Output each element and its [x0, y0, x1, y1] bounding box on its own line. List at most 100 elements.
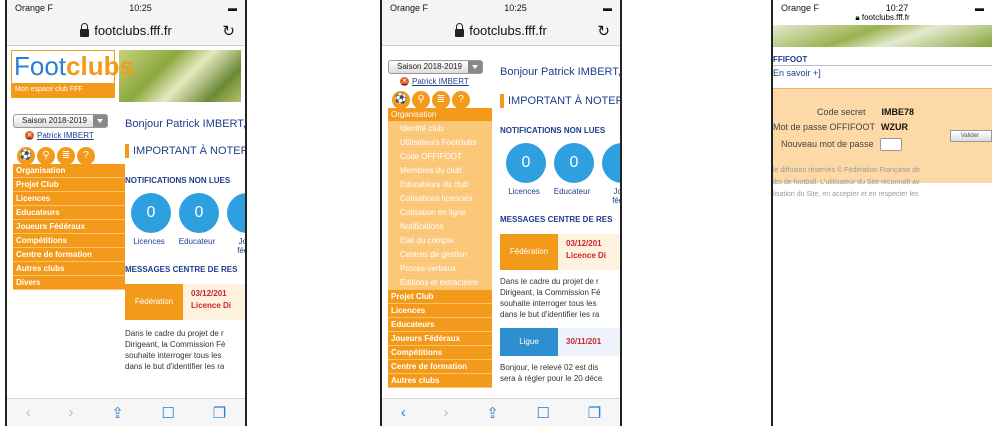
menu-item-centre-formation[interactable]: Centre de formation: [13, 248, 125, 262]
submenu-item-code-offifoot[interactable]: Code OFFIFOOT: [388, 150, 492, 164]
new-password-field[interactable]: [879, 138, 902, 151]
message-date: 03/12/201: [566, 239, 602, 248]
submenu-item-educateurs-club[interactable]: Educateurs du club: [388, 178, 492, 192]
forward-icon[interactable]: ›: [444, 404, 449, 421]
help-icon[interactable]: ?: [452, 91, 470, 109]
reload-icon[interactable]: ↻: [222, 22, 235, 40]
menu-item-joueurs-federaux[interactable]: Joueurs Fédéraux: [13, 220, 125, 234]
battery-icon: ▬: [975, 3, 984, 13]
menu-item-licences[interactable]: Licences: [388, 304, 492, 318]
important-notice[interactable]: IMPORTANT À NOTER: [125, 144, 245, 158]
counter-joueurs[interactable]: [227, 193, 245, 233]
submenu-item-membres[interactable]: Membres du club: [388, 164, 492, 178]
submenu-item-cotisation-ligne[interactable]: Cotisation en ligne: [388, 206, 492, 220]
menu-item-organisation[interactable]: Organisation: [13, 164, 125, 178]
message-row[interactable]: Fédération 03/12/201 Licence Di: [125, 284, 245, 320]
quick-icons: ⚽ ⚲ ≣ ?: [13, 147, 95, 165]
menu-item-educateurs[interactable]: Educateurs: [13, 206, 125, 220]
logout-icon[interactable]: ✕: [400, 77, 409, 86]
menu-item-competitions[interactable]: Compétitions: [13, 234, 125, 248]
document-icon[interactable]: ≣: [432, 91, 450, 109]
back-icon[interactable]: ‹: [401, 404, 406, 421]
logo-name-blue: Foot: [14, 51, 67, 81]
forward-icon[interactable]: ›: [69, 404, 74, 421]
back-icon[interactable]: ‹: [26, 404, 31, 421]
search-icon[interactable]: ⚲: [412, 91, 430, 109]
address-bar[interactable]: footclubs.fff.fr ↻: [382, 16, 620, 46]
header-photo: [773, 25, 992, 47]
share-icon[interactable]: ⇪: [111, 404, 124, 422]
bookmarks-icon[interactable]: ☐: [537, 404, 550, 422]
lock-icon: 🔒︎: [855, 13, 860, 22]
submenu-item-cotisations-licencies[interactable]: Cotisations licenciés: [388, 192, 492, 206]
counter-label: Jou: [613, 187, 622, 196]
password-value: WZUR: [881, 122, 909, 132]
message-line: dans le but d'identifier les ra: [125, 362, 225, 371]
bookmarks-icon[interactable]: ☐: [162, 404, 175, 422]
counter-label: Educateur: [178, 237, 216, 246]
url-text: footclubs.fff.fr: [94, 23, 172, 38]
legal-line: ibs de football. L'utilisateur du Site r…: [773, 179, 920, 186]
user-name: Patrick IMBERT: [37, 131, 94, 140]
user-link[interactable]: ✕ Patrick IMBERT: [388, 77, 469, 86]
tabs-icon[interactable]: ❐: [588, 404, 601, 422]
user-link[interactable]: ✕ Patrick IMBERT: [13, 131, 94, 140]
footclubs-logo[interactable]: Footclubs Mon espace club FFF: [11, 50, 134, 98]
message-line: Dans le cadre du projet de r: [125, 329, 224, 338]
share-icon[interactable]: ⇪: [486, 404, 499, 422]
carrier-label: Orange F: [15, 3, 54, 13]
submenu-item-proces-verbaux[interactable]: Procès-verbaux: [388, 262, 492, 276]
header-photo: [119, 50, 241, 102]
menu-item-competitions[interactable]: Compétitions: [388, 346, 492, 360]
address-bar[interactable]: 🔒︎ footclubs.fff.fr: [773, 13, 992, 25]
menu-item-licences[interactable]: Licences: [13, 192, 125, 206]
submenu-item-etat-compte[interactable]: Etat du compte: [388, 234, 492, 248]
counter-educateur[interactable]: 0: [554, 143, 594, 183]
notifications-title: NOTIFICATIONS NON LUES: [500, 126, 606, 135]
submenu-item-centres-gestion[interactable]: Centres de gestion: [388, 248, 492, 262]
validate-button[interactable]: Valider: [949, 130, 992, 142]
menu-item-autres-clubs[interactable]: Autres clubs: [388, 374, 492, 388]
counter-licences[interactable]: 0: [506, 143, 546, 183]
counter-label: Licences: [133, 237, 165, 246]
menu-item-organisation[interactable]: Organisation: [388, 108, 492, 122]
new-password-label: Nouveau mot de passe: [781, 138, 874, 149]
status-bar: Orange F 10:25 ▬: [7, 0, 245, 16]
message-line: Dirigeant, la Commission Fé: [500, 288, 601, 297]
important-notice[interactable]: IMPORTANT À NOTER: [500, 94, 620, 108]
message-row[interactable]: Ligue 30/11/201: [500, 328, 620, 356]
soccer-ball-icon[interactable]: ⚽: [17, 147, 35, 165]
phone-screen-1: Orange F 10:25 ▬ footclubs.fff.fr ↻ Foot…: [5, 0, 247, 426]
menu-item-divers[interactable]: Divers: [13, 276, 125, 290]
submenu-item-utilisateurs[interactable]: Utilisateurs Footclubs: [388, 136, 492, 150]
learn-more-link[interactable]: En savoir +]: [773, 68, 992, 78]
counter-licences[interactable]: 0: [131, 193, 171, 233]
menu-item-centre-formation[interactable]: Centre de formation: [388, 360, 492, 374]
search-icon[interactable]: ⚲: [37, 147, 55, 165]
reload-icon[interactable]: ↻: [597, 22, 610, 40]
menu-item-projet-club[interactable]: Projet Club: [13, 178, 125, 192]
phone-screen-3: Orange F 10:27 ▬ 🔒︎ footclubs.fff.fr FFI…: [771, 0, 992, 426]
message-line: dans le but d'identifier les ra: [500, 310, 600, 319]
menu-item-projet-club[interactable]: Projet Club: [388, 290, 492, 304]
carrier-label: Orange F: [390, 3, 429, 13]
submenu-item-editions[interactable]: Editions et extractions: [388, 276, 492, 290]
submenu-item-identite-club[interactable]: Identité club: [388, 122, 492, 136]
logout-icon[interactable]: ✕: [25, 131, 34, 140]
message-line: souhaite interroger tous les: [500, 299, 597, 308]
message-row[interactable]: Fédération 03/12/201 Licence Di: [500, 234, 620, 270]
status-time: 10:27: [885, 3, 909, 13]
soccer-ball-icon[interactable]: ⚽: [392, 91, 410, 109]
help-icon[interactable]: ?: [77, 147, 95, 165]
menu-item-autres-clubs[interactable]: Autres clubs: [13, 262, 125, 276]
document-icon[interactable]: ≣: [57, 147, 75, 165]
menu-item-educateurs[interactable]: Educateurs: [388, 318, 492, 332]
tabs-icon[interactable]: ❐: [213, 404, 226, 422]
phone-screen-2: Orange F 10:25 ▬ footclubs.fff.fr ↻ Sais…: [380, 0, 622, 426]
counter-educateur[interactable]: 0: [179, 193, 219, 233]
counter-joueurs[interactable]: [602, 143, 620, 183]
menu-item-joueurs-federaux[interactable]: Joueurs Fédéraux: [388, 332, 492, 346]
submenu-item-notifications[interactable]: Notifications: [388, 220, 492, 234]
message-line: Bonjour, le relevé 02 est dis: [500, 363, 599, 372]
address-bar[interactable]: footclubs.fff.fr ↻: [7, 16, 245, 46]
